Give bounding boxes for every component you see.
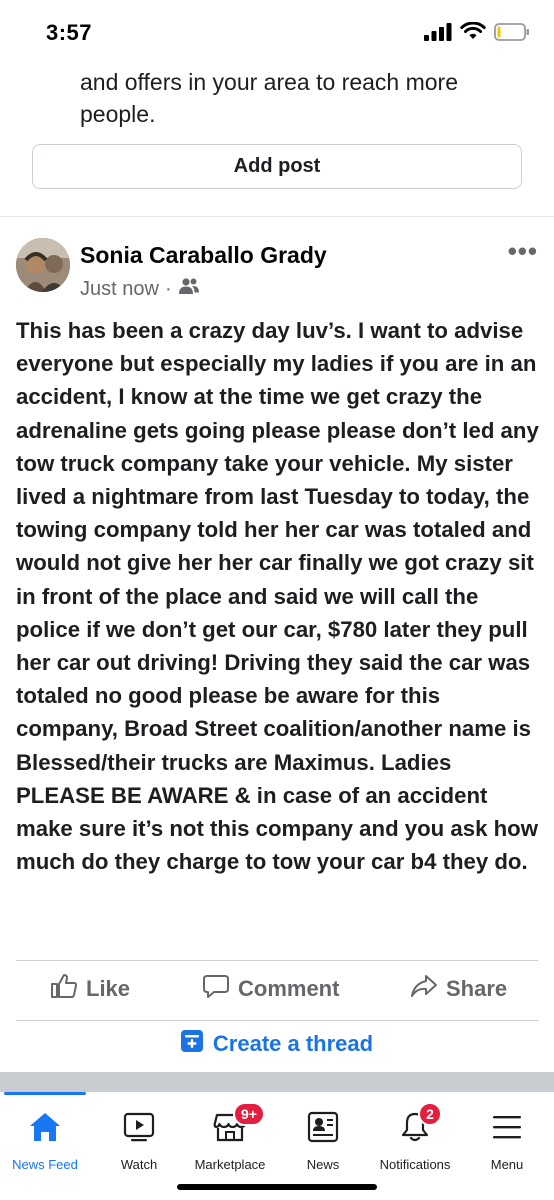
share-label: Share [446,976,508,1001]
previous-card-text: and offers in your area to reach more pe… [80,69,459,127]
post-timestamp[interactable]: Just now [80,278,159,301]
tab-watch[interactable]: Watch [98,1092,180,1172]
share-arrow-icon [410,973,438,1005]
create-thread-label: Create a thread [212,1031,374,1056]
tab-label: Marketplace [194,1157,266,1172]
status-time: 3:57 [46,20,93,45]
more-options-button[interactable]: ••• [508,236,538,267]
tab-label: News [306,1157,340,1172]
friends-icon [178,277,200,301]
tab-menu[interactable]: Menu [466,1092,548,1172]
status-icons [424,21,530,46]
tab-label: News Feed [12,1157,78,1172]
post-body-text: This has been a crazy day luv’s. I want … [16,318,539,875]
comment-bubble-icon [202,973,230,1005]
meta-separator: · [164,277,172,300]
bottom-tab-bar: News Feed Watch 9+ Marketplace News 2 No… [0,1092,554,1200]
divider [16,1020,538,1021]
previous-post-card: and offers in your area to reach more pe… [0,62,554,217]
menu-icon [490,1111,524,1148]
tab-marketplace[interactable]: 9+ Marketplace [188,1092,272,1172]
tab-label: Watch [120,1157,158,1172]
notifications-badge: 2 [418,1102,442,1126]
tab-notifications[interactable]: 2 Notifications [370,1092,460,1172]
comment-button[interactable]: Comment [202,973,339,1005]
like-button[interactable]: Like [50,973,130,1005]
tab-news-feed[interactable]: News Feed [4,1092,86,1172]
avatar[interactable] [16,238,70,292]
comment-label: Comment [238,976,340,1001]
marketplace-badge: 9+ [233,1102,265,1126]
divider [16,960,538,961]
post-card: Sonia Caraballo Grady Just now · ••• Thi… [0,222,554,1072]
feed-separator [0,1072,554,1092]
battery-icon [494,22,530,46]
tab-label: Notifications [379,1157,451,1172]
create-thread-button[interactable]: Create a thread [0,1022,554,1066]
post-meta: Just now · [80,277,200,301]
home-icon [28,1111,62,1148]
home-indicator[interactable] [177,1184,377,1190]
thumbs-up-icon [50,973,78,1005]
status-bar: 3:57 [0,0,554,66]
news-icon [306,1111,340,1148]
cellular-signal-icon [424,22,452,46]
post-author[interactable]: Sonia Caraballo Grady [80,242,327,269]
like-label: Like [86,976,131,1001]
wifi-icon [460,21,486,46]
tab-news[interactable]: News [282,1092,364,1172]
post-actions: Like Comment Share [0,964,554,1014]
watch-icon [122,1111,156,1148]
share-button[interactable]: Share [410,973,507,1005]
tab-label: Menu [490,1157,524,1172]
add-post-button[interactable]: Add post [32,144,522,189]
thread-icon [180,1030,203,1058]
